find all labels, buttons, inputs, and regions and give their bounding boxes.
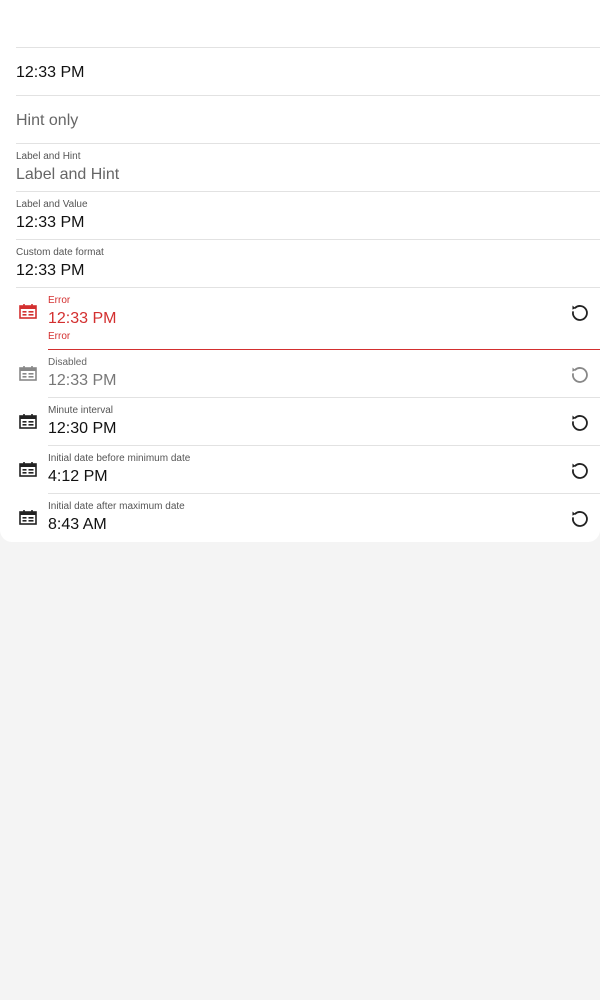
reset-icon[interactable] [568,458,592,482]
reset-icon[interactable] [568,300,592,324]
time-field-label: Custom date format [16,247,104,258]
reset-icon [568,362,592,386]
reset-icon[interactable] [568,506,592,530]
time-field-list: 12:33 PM Hint only Label and Hint Label … [0,0,600,542]
calendar-icon [16,410,40,434]
time-field-value: 8:43 AM [48,516,107,533]
time-field-label: Error [48,295,71,306]
time-field-value: 12:30 PM [48,420,117,437]
time-field-hint: Hint only [16,112,79,129]
calendar-icon [16,362,40,386]
time-field-error-helper: Error [48,331,71,342]
calendar-icon [16,506,40,530]
time-field-before-min-body[interactable]: Initial date before minimum date 4:12 PM [48,446,600,494]
reset-icon[interactable] [568,410,592,434]
time-field-label: Initial date before minimum date [48,453,191,464]
time-field-label-and-hint[interactable]: Label and Hint Label and Hint [16,144,600,192]
time-field-label-and-value[interactable]: Label and Value 12:33 PM [16,192,600,240]
time-field-hint: Label and Hint [16,166,120,183]
time-field-label: Disabled [48,357,87,368]
time-field-value: 12:33 PM [16,214,85,231]
time-field-value: 4:12 PM [48,468,108,485]
time-field-plain[interactable]: 12:33 PM [16,48,600,96]
time-field-empty[interactable] [16,0,600,48]
time-field-value: 12:33 PM [16,64,85,81]
time-field-disabled-body: Disabled 12:33 PM [48,350,600,398]
time-field-label: Initial date after maximum date [48,501,185,512]
time-field-error-body[interactable]: Error 12:33 PM Error [48,288,600,350]
time-field-label: Label and Hint [16,151,81,162]
time-field-value: 12:33 PM [48,372,117,389]
time-field-label: Minute interval [48,405,114,416]
calendar-icon [16,458,40,482]
time-field-custom-format[interactable]: Custom date format 12:33 PM [16,240,600,288]
time-field-minute-interval-body[interactable]: Minute interval 12:30 PM [48,398,600,446]
time-field-value: 12:33 PM [48,310,117,327]
time-field-hint-only[interactable]: Hint only [16,96,600,144]
time-field-value: 12:33 PM [16,262,85,279]
time-field-after-max-body[interactable]: Initial date after maximum date 8:43 AM [48,494,600,542]
calendar-icon [16,300,40,324]
time-field-label: Label and Value [16,199,88,210]
